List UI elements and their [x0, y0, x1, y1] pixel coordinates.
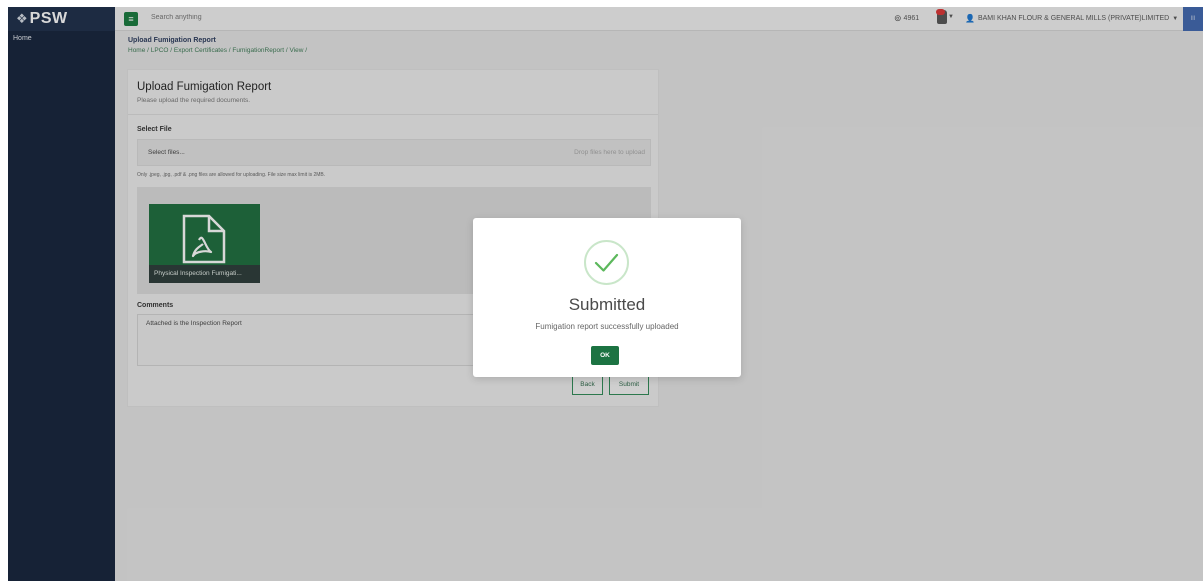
app-window: ❖ PSW Home ≡ ⊚ 4961 ▼ 👤 BAMI KHAN FLOUR … [8, 7, 1203, 581]
success-dialog: Submitted Fumigation report successfully… [473, 218, 741, 377]
dialog-message: Fumigation report successfully uploaded [535, 322, 679, 331]
ok-button[interactable]: OK [591, 346, 619, 365]
success-check-icon [584, 240, 629, 285]
dialog-title: Submitted [568, 295, 646, 314]
